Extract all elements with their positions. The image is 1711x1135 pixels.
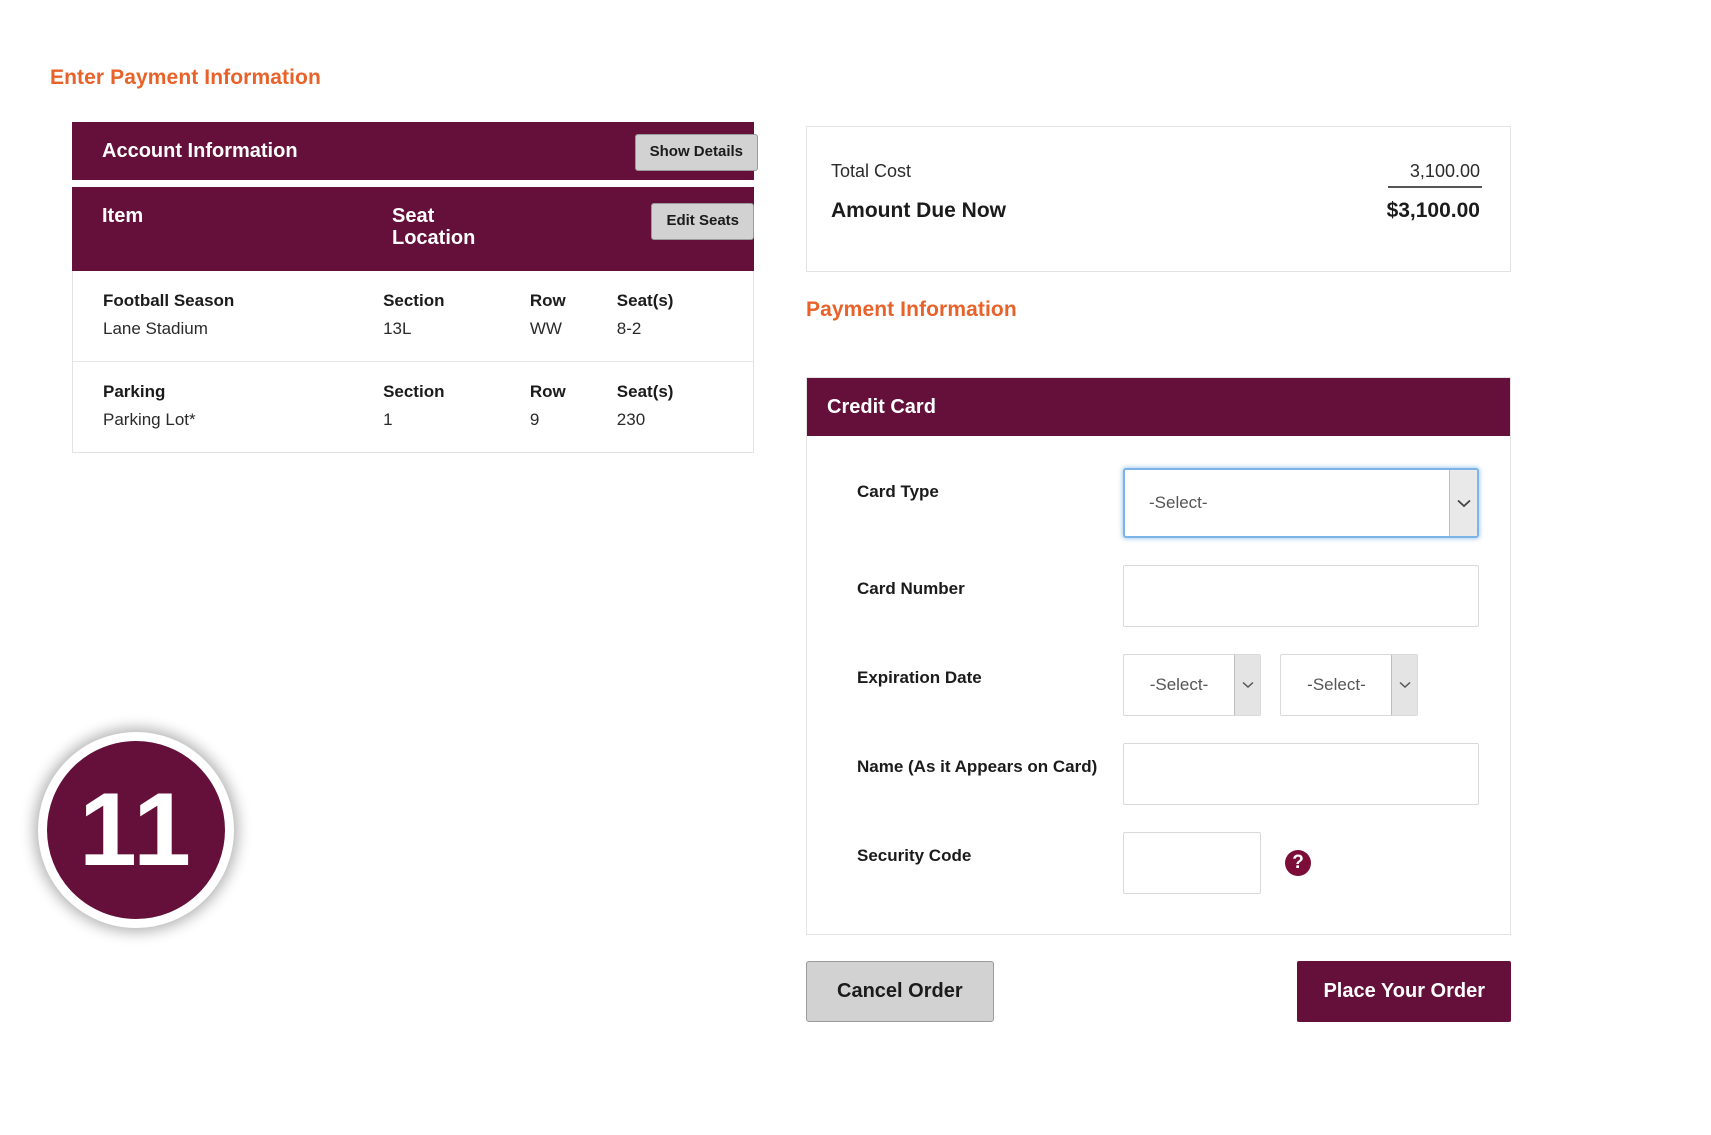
expiration-year-select[interactable]: -Select- <box>1280 654 1419 716</box>
payment-information-heading: Payment Information <box>806 298 1017 321</box>
expiration-date-label: Expiration Date <box>857 668 982 687</box>
name-on-card-row: Name (As it Appears on Card) <box>857 743 1480 805</box>
row-value-section: 13L <box>383 319 412 338</box>
expiration-date-field: -Select- -Select- <box>1123 654 1480 716</box>
edit-seats-button[interactable]: Edit Seats <box>651 203 754 240</box>
amount-due-value: $3,100.00 <box>1386 199 1480 222</box>
security-code-row: Security Code ? <box>857 832 1480 894</box>
chevron-down-icon <box>1391 655 1418 715</box>
credit-card-form: Card Type -Select- Card Number Expiratio… <box>807 436 1510 934</box>
credit-card-title: Credit Card <box>827 396 936 418</box>
expiration-month-value: -Select- <box>1149 675 1209 694</box>
account-information-title: Account Information <box>102 140 298 162</box>
table-row-values: Lane Stadium 13L WW 8-2 <box>103 319 723 339</box>
account-information-header: Account Information Show Details <box>72 122 758 180</box>
credit-card-header: Credit Card <box>807 378 1510 436</box>
step-number-label: 11 <box>79 772 193 888</box>
row-label-row: Row <box>529 382 566 401</box>
security-code-label: Security Code <box>857 846 972 865</box>
table-row-labels: Parking Section Row Seat(s) <box>103 382 723 402</box>
expiration-month-select[interactable]: -Select- <box>1123 654 1261 716</box>
row-label-seats: Seat(s) <box>616 382 674 401</box>
security-code-wrapper: ? <box>1123 832 1480 894</box>
card-type-select[interactable]: -Select- <box>1123 468 1479 538</box>
row-label-seats: Seat(s) <box>616 291 674 310</box>
row-value-row: WW <box>529 319 562 338</box>
table-row: Football Season Section Row Seat(s) Lane… <box>73 271 753 362</box>
totals-card: Total Cost 3,100.00 Amount Due Now $3,10… <box>806 126 1511 272</box>
page-title: Enter Payment Information <box>50 66 321 89</box>
footer-buttons: Cancel Order Place Your Order <box>806 961 1511 1022</box>
column-header-item: Item <box>102 205 144 227</box>
card-type-row: Card Type -Select- <box>857 468 1480 538</box>
row-label-row: Row <box>529 291 566 310</box>
row-value-item: Parking Lot* <box>103 410 196 429</box>
name-on-card-label: Name (As it Appears on Card) <box>857 757 1098 776</box>
name-on-card-input[interactable] <box>1123 743 1479 805</box>
account-information-card: Account Information Show Details Item Se… <box>72 122 758 453</box>
security-code-field: ? <box>1123 832 1480 894</box>
row-value-section: 1 <box>383 410 393 429</box>
step-number-badge: 11 <box>38 732 234 928</box>
total-cost-value: 3,100.00 <box>1388 161 1482 188</box>
row-label-item: Football Season <box>103 291 235 310</box>
card-number-row: Card Number <box>857 565 1480 627</box>
seat-location-line1: Seat <box>392 205 435 227</box>
row-value-row: 9 <box>529 410 540 429</box>
expiration-date-row: Expiration Date -Select- -Select- <box>857 654 1480 716</box>
cancel-order-button[interactable]: Cancel Order <box>806 961 994 1022</box>
row-value-seats: 230 <box>616 410 646 429</box>
card-type-selected-value: -Select- <box>1149 493 1208 512</box>
help-question-icon[interactable]: ? <box>1285 850 1311 876</box>
chevron-down-icon <box>1449 470 1477 536</box>
row-label-item: Parking <box>103 382 166 401</box>
chevron-down-icon <box>1234 655 1260 715</box>
right-column: Total Cost 3,100.00 Amount Due Now $3,10… <box>806 126 1511 1022</box>
total-cost-line: Total Cost 3,100.00 <box>831 161 1482 188</box>
card-number-field <box>1123 565 1480 627</box>
amount-due-label: Amount Due Now <box>831 199 1006 222</box>
card-type-field: -Select- <box>1123 468 1480 538</box>
credit-card-card: Credit Card Card Type -Select- Card Numb… <box>806 377 1511 935</box>
items-table-header: Item Seat Location Edit Seats <box>72 187 754 271</box>
security-code-input[interactable] <box>1123 832 1261 894</box>
left-column: Enter Payment Information Account Inform… <box>48 66 763 453</box>
table-row-values: Parking Lot* 1 9 230 <box>103 410 723 430</box>
place-order-button[interactable]: Place Your Order <box>1297 961 1511 1022</box>
table-row: Parking Section Row Seat(s) Parking Lot*… <box>73 362 753 452</box>
row-value-item: Lane Stadium <box>103 319 208 338</box>
table-row-labels: Football Season Section Row Seat(s) <box>103 291 723 311</box>
row-label-section: Section <box>383 382 445 401</box>
card-number-label: Card Number <box>857 579 965 598</box>
card-number-input[interactable] <box>1123 565 1479 627</box>
items-table-body: Football Season Section Row Seat(s) Lane… <box>72 271 754 453</box>
amount-due-line: Amount Due Now $3,100.00 <box>831 199 1482 223</box>
expiration-year-value: -Select- <box>1307 675 1366 694</box>
column-header-seat-location: Seat Location <box>392 205 572 250</box>
seat-location-line2: Location <box>392 227 476 250</box>
card-type-label: Card Type <box>857 482 939 501</box>
row-label-section: Section <box>383 291 445 310</box>
total-cost-label: Total Cost <box>831 161 912 181</box>
name-on-card-field <box>1123 743 1480 805</box>
row-value-seats: 8-2 <box>616 319 642 338</box>
show-details-button[interactable]: Show Details <box>634 134 758 171</box>
